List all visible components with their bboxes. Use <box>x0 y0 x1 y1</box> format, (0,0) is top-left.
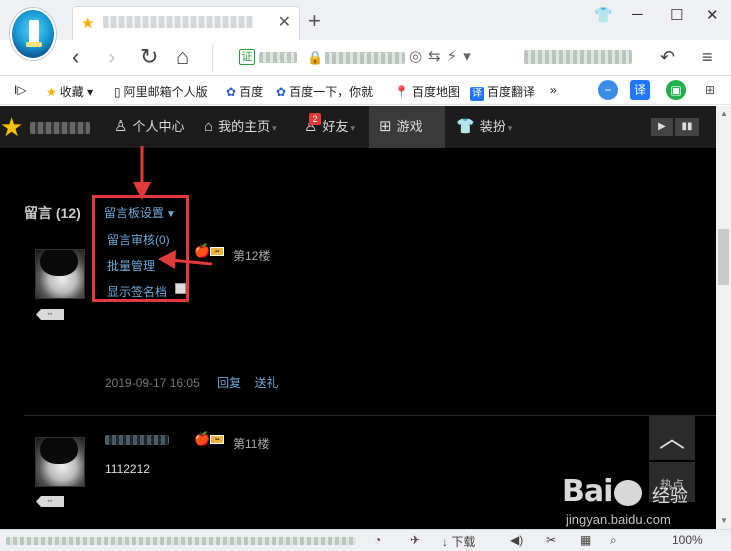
bookmark-baidu-map[interactable]: 📍 百度地图 <box>394 83 460 100</box>
reply-link[interactable]: 回复 <box>217 376 241 390</box>
level-tag-icon: ▪▪ <box>36 496 64 507</box>
send-gift-link[interactable]: 送礼 <box>254 376 278 390</box>
bookmark-baidu-search[interactable]: ✿ 百度一下，你就 <box>276 83 373 100</box>
site-identity <box>259 52 297 63</box>
bookmark-baidu-translate[interactable]: 译百度翻译 <box>470 83 535 101</box>
zoom-icon[interactable]: ⌕ <box>610 533 617 548</box>
comments-title: 留言 (12) <box>24 205 81 221</box>
play-icon[interactable]: ▶ <box>651 118 673 136</box>
commenter-name[interactable] <box>105 435 169 445</box>
comment-divider <box>24 415 716 416</box>
grid-icon: ⊞ <box>379 118 392 135</box>
ext-book-icon[interactable]: ▣ <box>666 80 686 100</box>
tab-title <box>103 16 253 28</box>
menu-games[interactable]: ⊞ 游戏 <box>369 106 445 148</box>
bookmark-favorites[interactable]: ★ 收藏 ▾ <box>46 83 93 100</box>
certificate-icon[interactable]: 证 <box>239 49 255 65</box>
shirt-icon: 👕 <box>456 118 475 135</box>
user-icon: ♙ <box>114 118 128 135</box>
friend-notification-badge: 2 <box>309 113 321 125</box>
speed-icon[interactable]: ◔ <box>374 533 381 547</box>
tab-close-icon[interactable]: ✕ <box>278 12 291 32</box>
watermark-brand: Bai <box>562 474 613 509</box>
web-content: ★ ♙ 个人中心 ⌂ 我的主页 ▾ ♙ 好友 ▾ 2 ⊞ 游戏 👕 装扮 ▾ ▶ ▮▮ 留言 (… <box>0 106 716 529</box>
bookmark-toggle[interactable]: I▷ <box>14 83 27 97</box>
download-icon: ↓ <box>442 535 452 549</box>
watermark-jingyan: 经验 <box>652 486 688 506</box>
ext-minus-icon[interactable]: − <box>598 80 618 100</box>
avatar[interactable] <box>35 437 85 487</box>
menu-friends[interactable]: ♙ 好友 ▾ <box>300 106 359 148</box>
scroll-down-arrow-icon[interactable]: ▼ <box>720 516 728 525</box>
site-logo-icon[interactable]: ★ <box>0 113 23 141</box>
page-scrollbar[interactable]: ▲ ▼ <box>716 106 731 529</box>
scroll-up-arrow-icon[interactable]: ▲ <box>720 109 728 118</box>
bookmark-aliyun-mail[interactable]: ▯ 阿里邮箱个人版 <box>114 83 208 100</box>
close-window-button[interactable]: ✕ <box>706 6 719 24</box>
page-icon: ▯ <box>114 85 121 99</box>
address-bar[interactable]: 证 🔒 ◎⇆⚡▾ <box>212 44 520 72</box>
scroll-thumb[interactable] <box>718 229 729 285</box>
menu-icon[interactable]: ≡ <box>702 47 713 68</box>
address-tools[interactable]: ◎⇆⚡▾ <box>409 47 477 65</box>
baidu-jingyan-watermark: Bai 经验 jingyan.baidu.com <box>562 474 712 530</box>
address-url[interactable] <box>325 52 405 64</box>
home-button[interactable]: ⌂ <box>176 45 189 69</box>
ext-translate-icon[interactable]: 译 <box>630 80 650 100</box>
comment-text: 1112212 <box>105 462 150 476</box>
level-tag-icon: ▪▪ <box>36 309 64 320</box>
baidu-paw-icon: ✿ <box>276 85 287 99</box>
grid-icon[interactable]: ▦ <box>580 533 591 547</box>
annotation-arrow-down <box>133 146 151 200</box>
status-bar: ◔ ✈ ↓ 下载 ◀) ✂ ▦ ⌕ 100% <box>0 529 731 551</box>
watermark-url: jingyan.baidu.com <box>566 512 671 527</box>
menu-my-homepage[interactable]: ⌂ 我的主页 ▾ <box>200 106 281 148</box>
extensions-grid-icon[interactable]: ⊞ <box>700 80 720 100</box>
title-bar: ★ ✕ + 👕 ─ ☐ ✕ <box>0 0 731 60</box>
refresh-button[interactable]: ↻ <box>140 45 158 69</box>
navigation-bar: ‹ › ↻ ⌂ 证 🔒 ◎⇆⚡▾ ↶ ≡ <box>0 40 731 76</box>
new-tab-button[interactable]: + <box>308 8 321 34</box>
download-button[interactable]: ↓ 下载 <box>442 533 475 550</box>
menu-dress-up[interactable]: 👕 装扮 ▾ <box>452 106 516 148</box>
baidu-paw-icon <box>614 480 642 506</box>
floor-number: 第12楼 <box>233 249 271 263</box>
minimize-button[interactable]: ─ <box>632 6 643 23</box>
avatar[interactable] <box>35 249 85 299</box>
status-url <box>6 537 356 545</box>
annotation-highlight-box <box>92 195 189 302</box>
home-icon: ⌂ <box>204 118 214 135</box>
bookmarks-bar: I▷ ★ 收藏 ▾ ▯ 阿里邮箱个人版 ✿ 百度 ✿ 百度一下，你就 📍 百度地图 译百度… <box>0 77 731 105</box>
star-icon: ★ <box>46 85 57 99</box>
back-to-top-button[interactable]: ︿ <box>649 416 695 460</box>
medal-icon: 🍎 ▪▪ <box>194 243 225 259</box>
favorite-star-icon[interactable]: ★ <box>81 14 94 32</box>
browser-logo-icon[interactable] <box>10 8 56 60</box>
floor-number: 第11楼 <box>233 437 270 451</box>
sound-icon[interactable]: ◀) <box>510 533 523 547</box>
lock-icon: 🔒 <box>307 50 324 65</box>
skin-icon[interactable]: 👕 <box>594 6 613 24</box>
map-pin-icon: 📍 <box>394 85 409 99</box>
comment-meta: 2019-09-17 16:05 回复 送礼 <box>105 374 278 391</box>
maximize-button[interactable]: ☐ <box>670 6 683 24</box>
site-username[interactable] <box>30 122 90 134</box>
chart-icon[interactable]: ▮▮ <box>675 118 699 136</box>
back-button[interactable]: ‹ <box>72 45 79 69</box>
pin-icon[interactable]: ✈ <box>410 533 420 547</box>
undo-icon[interactable]: ↶ <box>660 47 675 68</box>
bookmark-baidu[interactable]: ✿ 百度 <box>226 83 263 100</box>
zoom-level[interactable]: 100% <box>672 533 703 547</box>
search-input[interactable] <box>524 50 632 64</box>
baidu-paw-icon: ✿ <box>226 85 237 99</box>
menu-personal-center[interactable]: ♙ 个人中心 <box>110 106 188 148</box>
comment-timestamp: 2019-09-17 16:05 <box>105 376 200 390</box>
screenshot-icon[interactable]: ✂ <box>546 533 556 547</box>
medal-icon: 🍎 ▪▪ <box>194 431 225 447</box>
translate-icon: 译 <box>470 87 484 101</box>
site-header: ★ ♙ 个人中心 ⌂ 我的主页 ▾ ♙ 好友 ▾ 2 ⊞ 游戏 👕 装扮 ▾ ▶ ▮▮ <box>0 106 716 148</box>
forward-button[interactable]: › <box>108 45 115 69</box>
bookmarks-more[interactable]: » <box>550 83 557 97</box>
browser-tab[interactable]: ★ ✕ <box>72 6 300 40</box>
